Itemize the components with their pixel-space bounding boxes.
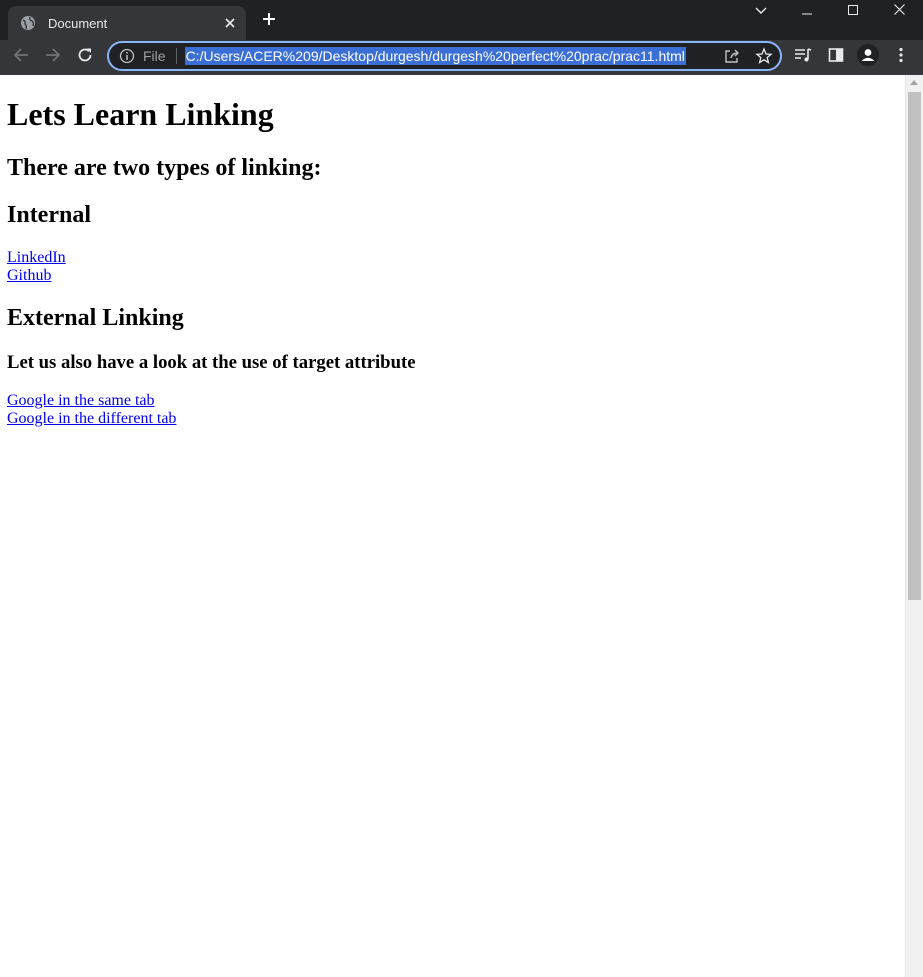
scheme-label: File	[143, 48, 166, 64]
arrow-right-icon	[45, 47, 61, 68]
side-panel-button[interactable]	[824, 45, 848, 69]
external-heading: External Linking	[7, 305, 184, 331]
scrollbar-thumb[interactable]	[908, 92, 921, 600]
plus-icon	[262, 12, 276, 31]
globe-icon	[20, 15, 36, 31]
internal-heading: Internal	[7, 202, 91, 228]
profile-icon	[857, 43, 879, 71]
page-title: Lets Learn Linking	[7, 96, 274, 132]
arrow-left-icon	[13, 47, 29, 68]
types-heading: There are two types of linking:	[7, 155, 322, 181]
new-tab-button[interactable]	[258, 10, 280, 32]
browser-tab[interactable]: Document	[8, 6, 246, 40]
tab-title: Document	[48, 15, 108, 31]
minimize-button[interactable]	[787, 0, 827, 22]
window-close-button[interactable]	[879, 0, 919, 22]
vertical-scrollbar[interactable]	[905, 75, 923, 977]
profile-button[interactable]	[856, 43, 880, 71]
target-heading: Let us also have a look at the use of ta…	[7, 352, 416, 373]
google-same-tab-link[interactable]: Google in the same tab	[7, 392, 155, 410]
address-bar[interactable]: File C:/Users/ACER%209/Desktop/durgesh/d…	[107, 41, 782, 71]
menu-button[interactable]	[889, 45, 913, 69]
tab-search-button[interactable]	[741, 0, 781, 22]
kebab-menu-icon	[899, 47, 903, 68]
page-viewport: Lets Learn Linking There are two types o…	[0, 75, 905, 977]
maximize-icon	[848, 2, 858, 20]
url-text[interactable]: C:/Users/ACER%209/Desktop/durgesh/durges…	[184, 47, 686, 65]
scroll-up-arrow-icon[interactable]	[910, 80, 918, 85]
info-icon[interactable]	[119, 48, 135, 64]
reload-button[interactable]	[73, 45, 97, 69]
media-queue-icon	[794, 47, 812, 68]
reload-icon	[77, 47, 93, 68]
media-button[interactable]	[791, 45, 815, 69]
back-button[interactable]	[9, 45, 33, 69]
forward-button[interactable]	[41, 45, 65, 69]
share-icon[interactable]	[723, 47, 741, 65]
linkedin-link[interactable]: LinkedIn	[7, 249, 66, 267]
github-link[interactable]: Github	[7, 267, 51, 285]
maximize-button[interactable]	[833, 0, 873, 22]
side-panel-icon	[828, 47, 844, 68]
close-icon[interactable]	[220, 13, 240, 33]
divider	[175, 48, 177, 64]
chevron-down-icon	[755, 2, 767, 20]
star-icon[interactable]	[755, 47, 773, 65]
browser-toolbar: File C:/Users/ACER%209/Desktop/durgesh/d…	[0, 40, 923, 75]
minimize-icon	[802, 2, 812, 20]
tab-strip: Document	[0, 0, 923, 40]
google-different-tab-link[interactable]: Google in the different tab	[7, 410, 176, 428]
close-icon	[893, 2, 905, 20]
